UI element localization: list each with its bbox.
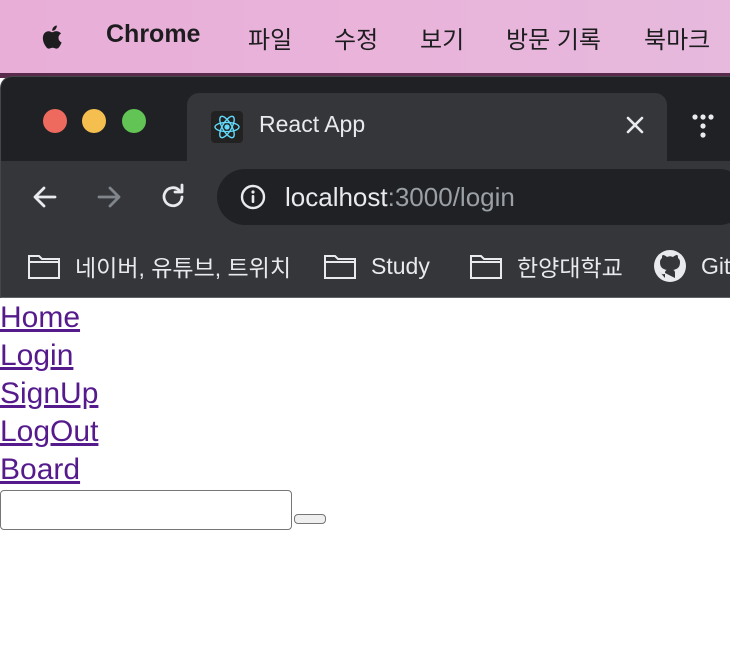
nav-link-signup[interactable]: SignUp bbox=[0, 375, 98, 413]
apple-icon[interactable] bbox=[38, 22, 68, 52]
url-host: localhost bbox=[285, 182, 388, 212]
bookmark-folder-hanyang[interactable]: 한양대학교 bbox=[469, 249, 623, 283]
tab-title: React App bbox=[259, 111, 366, 137]
macos-menu-bar: Chrome 파일 수정 보기 방문 기록 북마크 bbox=[0, 0, 730, 73]
folder-icon bbox=[470, 255, 502, 279]
submit-button[interactable] bbox=[294, 514, 326, 524]
back-arrow-icon[interactable] bbox=[29, 181, 61, 213]
browser-window: React App localhost:3000/login 네이버, 유튜브,… bbox=[0, 76, 730, 299]
url-path: :3000/login bbox=[387, 182, 515, 212]
nav-link-login[interactable]: Login bbox=[0, 337, 73, 375]
react-logo-icon bbox=[211, 111, 243, 143]
close-tab-icon[interactable] bbox=[623, 113, 647, 137]
text-input[interactable] bbox=[0, 490, 292, 530]
bookmarks-bar: 네이버, 유튜브, 트위치 Study 한양대학교 Git bbox=[1, 237, 730, 298]
menu-bookmarks[interactable]: 북마크 bbox=[644, 20, 710, 55]
folder-icon bbox=[28, 255, 60, 279]
forward-arrow-icon[interactable] bbox=[93, 181, 125, 213]
reload-icon[interactable] bbox=[157, 181, 189, 213]
tab-search-icon[interactable] bbox=[691, 113, 715, 139]
nav-link-home[interactable]: Home bbox=[0, 299, 80, 337]
bookmark-label: Study bbox=[371, 252, 430, 279]
bookmark-folder-study[interactable]: Study bbox=[323, 249, 430, 283]
bookmark-label: 네이버, 유튜브, 트위치 bbox=[75, 255, 292, 281]
tab-react-app[interactable]: React App bbox=[187, 93, 667, 161]
zoom-window-button[interactable] bbox=[122, 109, 146, 133]
menu-edit[interactable]: 수정 bbox=[334, 20, 378, 55]
menu-view[interactable]: 보기 bbox=[420, 20, 464, 55]
nav-link-logout[interactable]: LogOut bbox=[0, 413, 98, 451]
url-text[interactable]: localhost:3000/login bbox=[285, 182, 515, 213]
menu-history[interactable]: 방문 기록 bbox=[506, 20, 601, 55]
nav-link-board[interactable]: Board bbox=[0, 451, 80, 489]
bookmark-label: Git bbox=[701, 252, 730, 279]
address-bar[interactable]: localhost:3000/login bbox=[217, 169, 730, 225]
menu-app-name[interactable]: Chrome bbox=[106, 20, 200, 49]
menu-file[interactable]: 파일 bbox=[248, 20, 292, 55]
folder-icon bbox=[324, 255, 356, 279]
info-icon[interactable] bbox=[239, 183, 267, 211]
browser-toolbar: localhost:3000/login bbox=[1, 161, 730, 237]
bookmark-github[interactable]: Git bbox=[653, 249, 730, 283]
close-window-button[interactable] bbox=[43, 109, 67, 133]
minimize-window-button[interactable] bbox=[82, 109, 106, 133]
bookmark-folder-naver[interactable]: 네이버, 유튜브, 트위치 bbox=[27, 249, 291, 283]
github-icon bbox=[654, 250, 686, 282]
page-content: Home Login SignUp LogOut Board bbox=[0, 298, 730, 664]
bookmark-label: 한양대학교 bbox=[517, 255, 623, 281]
